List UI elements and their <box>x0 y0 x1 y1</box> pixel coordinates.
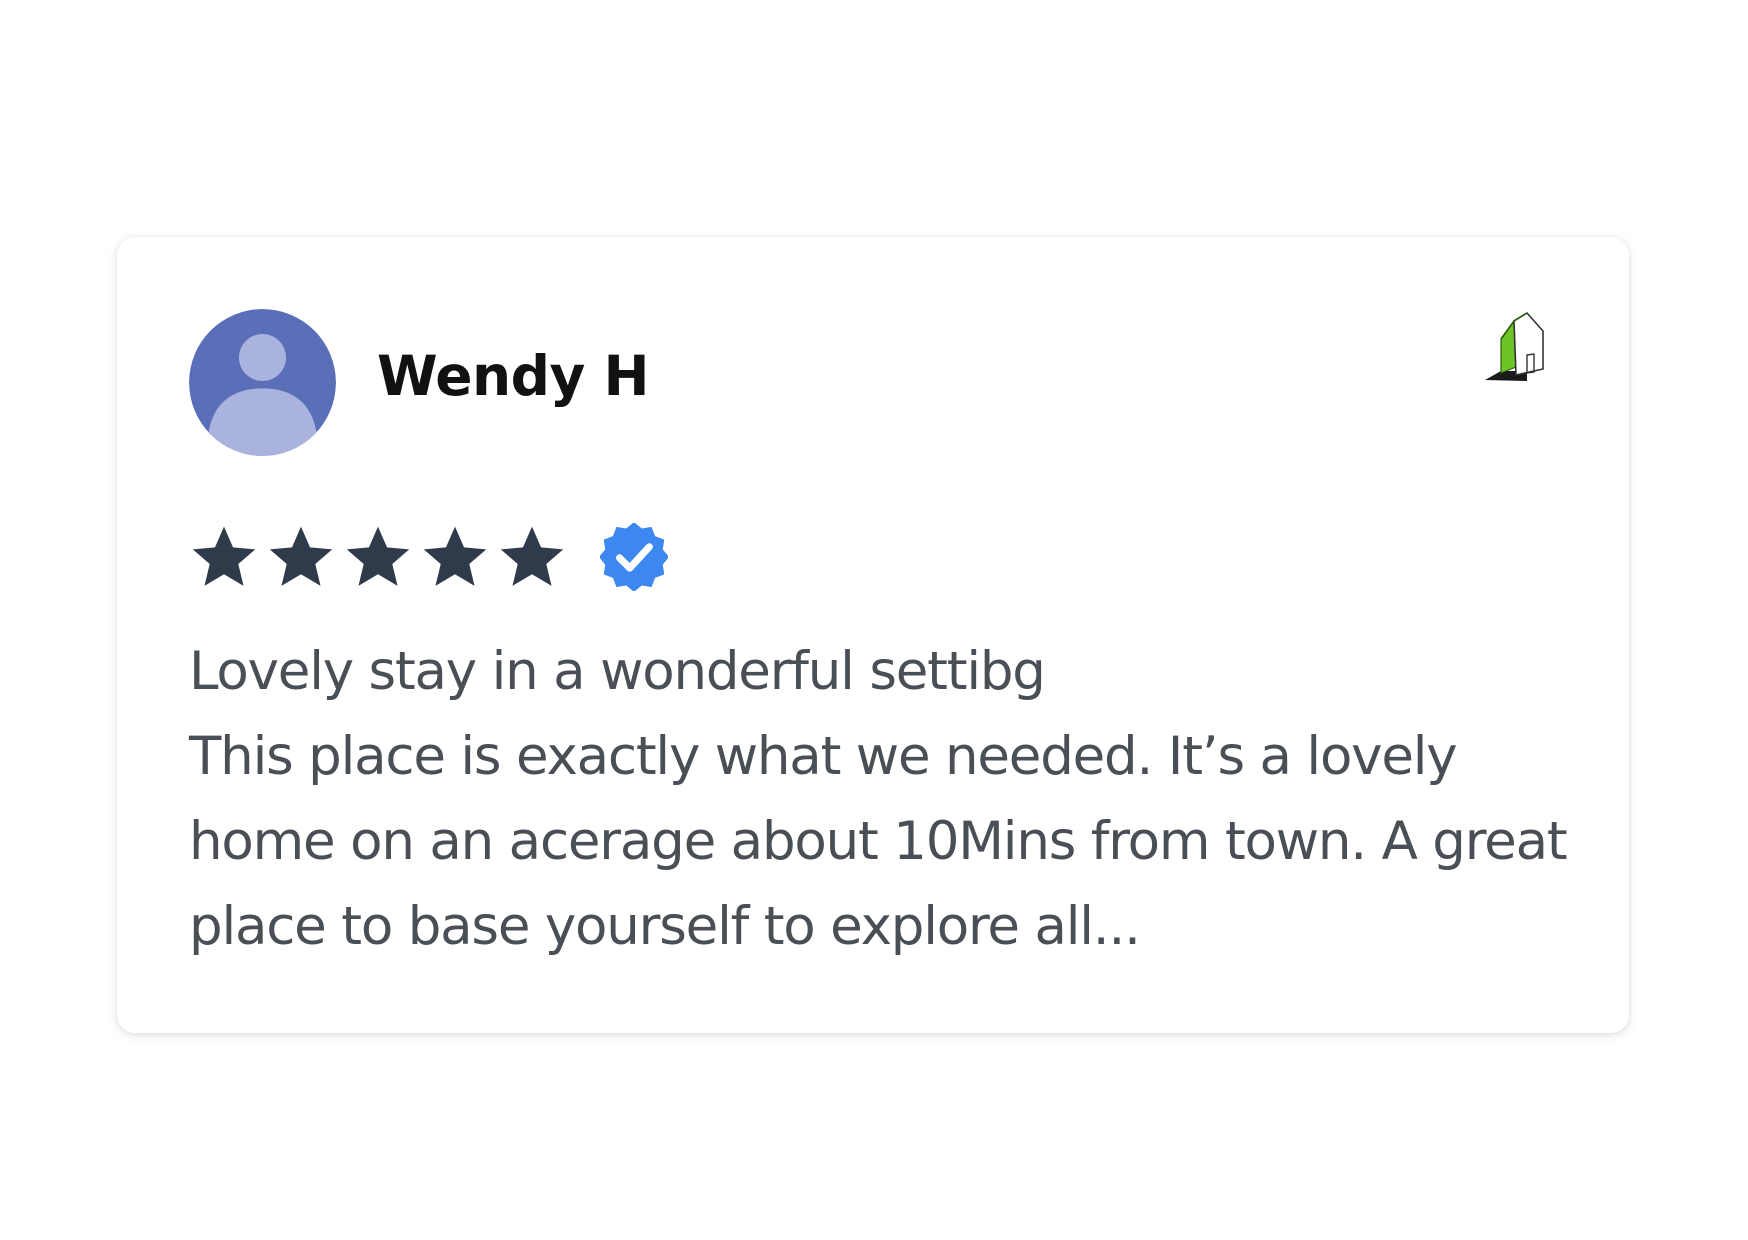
review-title: Lovely stay in a wonderful settibg <box>189 641 1046 702</box>
avatar <box>189 309 336 456</box>
review-body: This place is exactly what we needed. It… <box>189 726 1568 957</box>
house-logo-icon[interactable] <box>1483 309 1563 389</box>
verified-badge-icon <box>600 523 668 591</box>
review-card[interactable]: Wendy H Lovely stay in a wonderful setti… <box>117 237 1629 1033</box>
user-avatar-icon <box>189 309 336 456</box>
star-icon <box>497 522 567 592</box>
star-rating <box>189 521 668 593</box>
reviewer-name: Wendy H <box>377 344 650 408</box>
review-text: Lovely stay in a wonderful settibg This … <box>189 629 1569 969</box>
star-icon <box>189 522 259 592</box>
star-icon <box>266 522 336 592</box>
star-icon <box>343 522 413 592</box>
star-icon <box>420 522 490 592</box>
